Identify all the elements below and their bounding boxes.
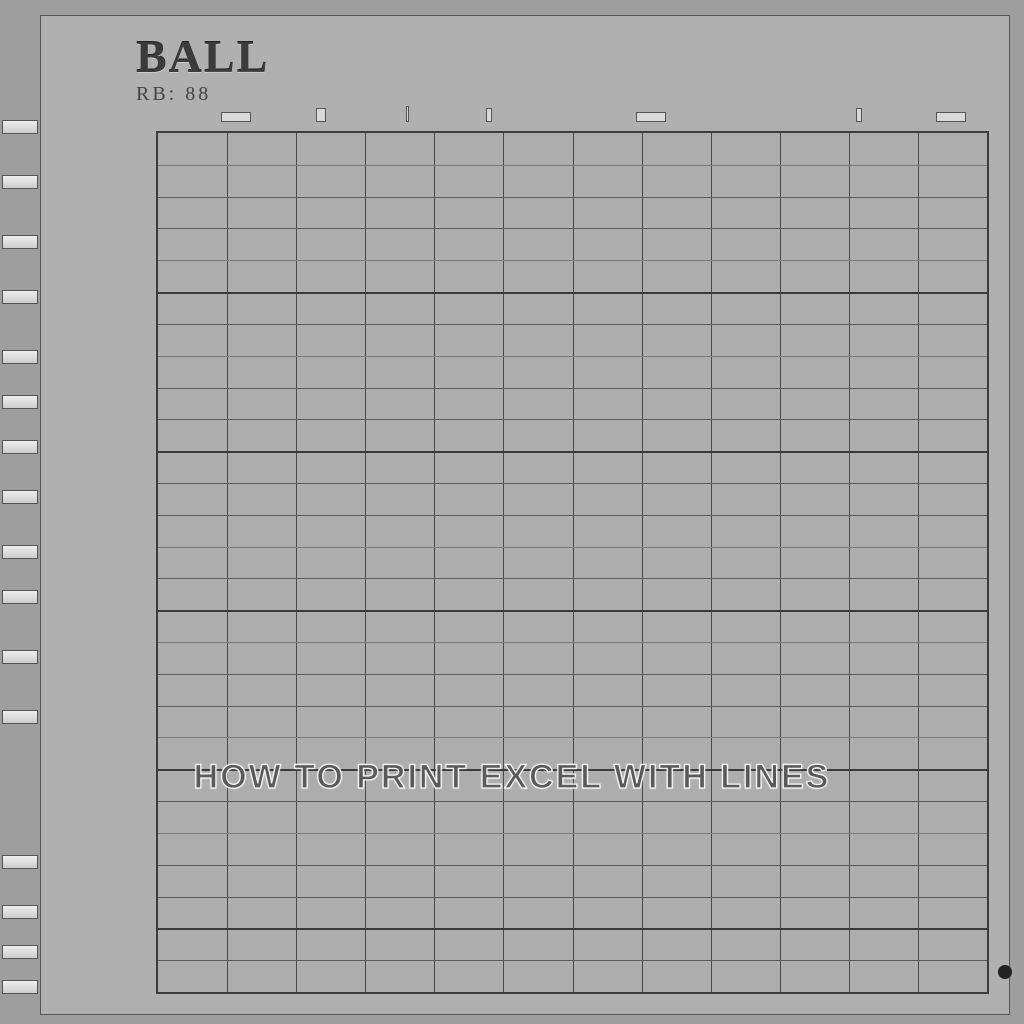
brand-subtitle: RB: 88	[136, 84, 269, 104]
grid-hline	[158, 228, 987, 229]
grid-hline	[158, 960, 987, 961]
grid-hline	[158, 324, 987, 325]
spreadsheet-sheet: BALL RB: 88	[40, 15, 1010, 1015]
column-markers	[156, 104, 989, 128]
brand-title: BALL	[136, 34, 269, 80]
grid-hline	[158, 897, 987, 898]
row-header-stub	[2, 590, 38, 604]
caption-title: How to Print Excel with Lines	[182, 758, 842, 797]
row-header-stub	[2, 545, 38, 559]
grid-hline	[158, 451, 987, 453]
column-marker	[486, 108, 492, 122]
grid-hline	[158, 578, 987, 579]
grid-hline	[158, 165, 987, 166]
row-header-stub	[2, 855, 38, 869]
grid-hline	[158, 388, 987, 389]
grid-hline	[158, 356, 987, 357]
brand-block: BALL RB: 88	[136, 34, 269, 104]
column-marker	[406, 106, 409, 122]
row-header-stub	[2, 905, 38, 919]
grid-hline	[158, 865, 987, 866]
column-marker	[856, 108, 862, 122]
row-header-stub	[2, 350, 38, 364]
grid-hline	[158, 260, 987, 261]
grid-hline	[158, 197, 987, 198]
grid-hline	[158, 833, 987, 834]
grid-rows	[158, 133, 987, 992]
grid-hline	[158, 547, 987, 548]
row-headers	[0, 115, 40, 1015]
row-header-stub	[2, 440, 38, 454]
grid-hline	[158, 674, 987, 675]
row-header-stub	[2, 290, 38, 304]
column-marker	[316, 108, 326, 122]
row-header-stub	[2, 120, 38, 134]
grid-hline	[158, 483, 987, 484]
grid-hline	[158, 801, 987, 802]
grid-hline	[158, 419, 987, 420]
row-header-stub	[2, 980, 38, 994]
grid-hline	[158, 610, 987, 612]
grid-hline	[158, 642, 987, 643]
row-header-stub	[2, 710, 38, 724]
row-header-stub	[2, 235, 38, 249]
row-header-stub	[2, 175, 38, 189]
row-header-stub	[2, 945, 38, 959]
grid-hline	[158, 515, 987, 516]
row-header-stub	[2, 395, 38, 409]
grid-hline	[158, 737, 987, 738]
corner-dot-icon	[998, 965, 1012, 979]
grid-hline	[158, 928, 987, 930]
grid-hline	[158, 292, 987, 294]
row-header-stub	[2, 650, 38, 664]
spreadsheet-grid[interactable]	[156, 131, 989, 994]
row-header-stub	[2, 490, 38, 504]
grid-hline	[158, 706, 987, 707]
column-marker	[936, 112, 966, 122]
column-marker	[636, 112, 666, 122]
column-marker	[221, 112, 251, 122]
